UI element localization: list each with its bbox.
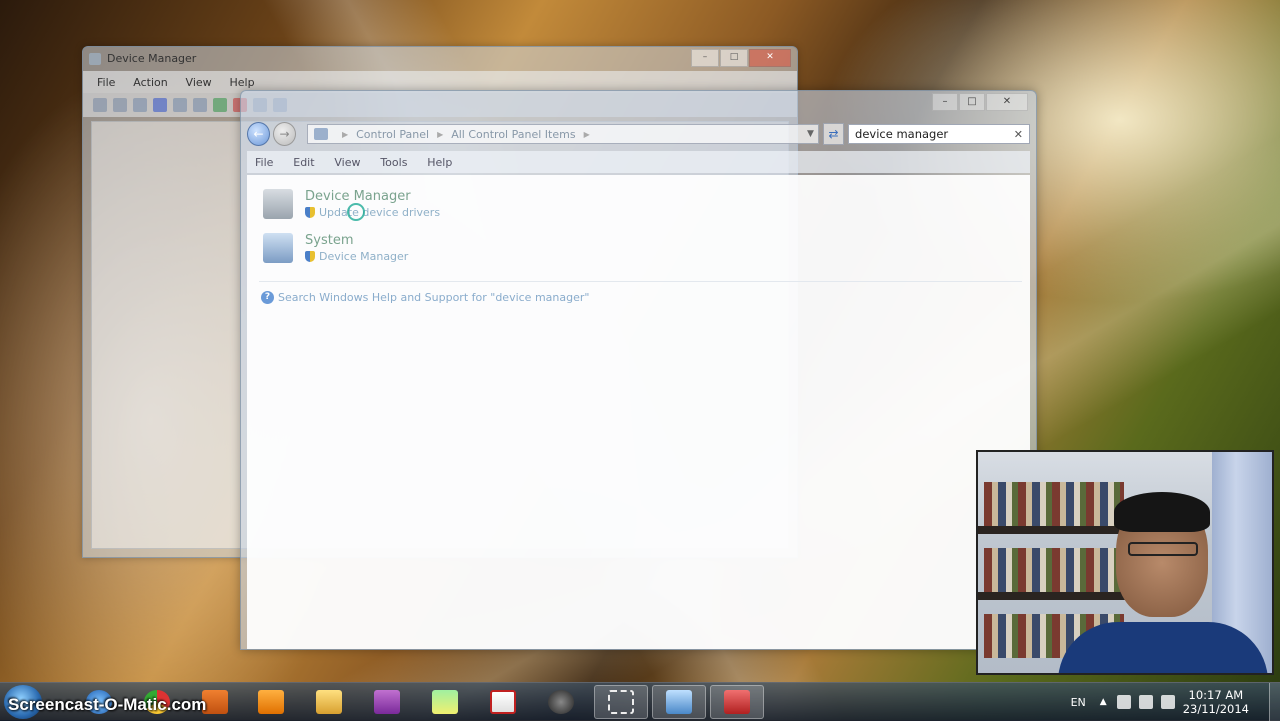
cursor-highlight-icon bbox=[347, 203, 365, 221]
search-box[interactable]: ✕ bbox=[848, 124, 1030, 144]
menu-view[interactable]: View bbox=[334, 156, 360, 169]
taskbar-control-panel[interactable] bbox=[652, 685, 706, 719]
outlook-icon bbox=[258, 690, 284, 714]
control-panel-menubar: File Edit View Tools Help bbox=[247, 151, 1030, 173]
minimize-button[interactable]: – bbox=[932, 93, 958, 111]
uac-shield-icon bbox=[305, 207, 315, 218]
taskbar-explorer[interactable] bbox=[302, 685, 356, 719]
bookshelf-image bbox=[984, 548, 1124, 592]
menu-tools[interactable]: Tools bbox=[380, 156, 407, 169]
menu-help[interactable]: Help bbox=[427, 156, 452, 169]
language-indicator[interactable]: EN bbox=[1071, 696, 1086, 709]
person-hair-image bbox=[1114, 492, 1210, 532]
person-body-image bbox=[1058, 622, 1268, 673]
navigation-bar: ← → ▶ Control Panel ▶ All Control Panel … bbox=[247, 121, 1030, 147]
taskbar-acrobat[interactable] bbox=[476, 685, 530, 719]
help-search-link[interactable]: ? Search Windows Help and Support for "d… bbox=[261, 291, 589, 304]
refresh-button[interactable]: ⇄ bbox=[822, 123, 845, 145]
result-system[interactable]: System Device Manager bbox=[263, 233, 408, 263]
show-desktop-button[interactable] bbox=[1269, 683, 1280, 721]
help-link-text[interactable]: Search Windows Help and Support for "dev… bbox=[278, 291, 589, 304]
update-driver-icon[interactable] bbox=[213, 98, 227, 112]
shelf-image bbox=[978, 526, 1128, 534]
maximize-button[interactable]: □ bbox=[720, 49, 748, 67]
device-manager-title: Device Manager bbox=[107, 52, 197, 65]
device-manager-icon bbox=[263, 189, 293, 219]
snipping-tool-icon bbox=[608, 690, 634, 714]
maximize-button[interactable]: □ bbox=[959, 93, 985, 111]
device-manager-titlebar[interactable]: Device Manager – □ ✕ bbox=[83, 47, 797, 71]
breadcrumb-separator-icon: ▶ bbox=[437, 129, 444, 139]
result-title[interactable]: System bbox=[305, 233, 408, 248]
system-icon bbox=[263, 233, 293, 263]
taskbar-onenote[interactable] bbox=[360, 685, 414, 719]
clock-date: 23/11/2014 bbox=[1182, 702, 1249, 716]
control-panel-window[interactable]: – □ ✕ ← → ▶ Control Panel ▶ All Control … bbox=[240, 90, 1037, 650]
breadcrumb-all-items[interactable]: All Control Panel Items bbox=[451, 128, 575, 141]
system-tray: EN ▲ 10:17 AM 23/11/2014 bbox=[1071, 683, 1280, 721]
breadcrumb-separator-icon: ▶ bbox=[583, 129, 590, 139]
result-subtitle[interactable]: Update device drivers bbox=[319, 206, 440, 219]
menu-edit[interactable]: Edit bbox=[293, 156, 314, 169]
acrobat-icon bbox=[490, 690, 516, 714]
view-icon[interactable] bbox=[173, 98, 187, 112]
folder-icon bbox=[316, 690, 342, 714]
clear-search-icon[interactable]: ✕ bbox=[1014, 128, 1023, 141]
help-question-icon: ? bbox=[261, 291, 274, 304]
menu-file[interactable]: File bbox=[255, 156, 273, 169]
menu-action[interactable]: Action bbox=[133, 76, 167, 89]
clock-time: 10:17 AM bbox=[1188, 688, 1244, 702]
clock[interactable]: 10:17 AM 23/11/2014 bbox=[1183, 688, 1249, 716]
result-subtitle[interactable]: Device Manager bbox=[319, 250, 408, 263]
result-title[interactable]: Device Manager bbox=[305, 189, 440, 204]
taskbar-snipping[interactable] bbox=[594, 685, 648, 719]
screencast-watermark: Screencast-O-Matic.com bbox=[8, 695, 207, 714]
control-panel-icon bbox=[313, 128, 328, 140]
usb-icon[interactable] bbox=[1116, 695, 1131, 709]
glasses-image bbox=[1128, 542, 1198, 556]
back-button[interactable]: ← bbox=[247, 122, 270, 146]
volume-icon[interactable] bbox=[1160, 695, 1175, 709]
network-signal-icon[interactable] bbox=[1138, 695, 1153, 709]
webcam-overlay bbox=[976, 450, 1274, 675]
control-panel-icon bbox=[666, 690, 692, 714]
breadcrumb-separator-icon: ▶ bbox=[341, 129, 349, 139]
result-device-manager[interactable]: Device Manager Update device drivers bbox=[263, 189, 440, 221]
taskbar-stickynotes[interactable] bbox=[418, 685, 472, 719]
taskbar-device-manager[interactable] bbox=[710, 685, 764, 719]
forward-arrow-icon[interactable] bbox=[113, 98, 127, 112]
help-icon[interactable] bbox=[153, 98, 167, 112]
close-button[interactable]: ✕ bbox=[749, 49, 791, 67]
taskbar-outlook[interactable] bbox=[244, 685, 298, 719]
show-hidden-icons-icon[interactable]: ▲ bbox=[1100, 697, 1107, 707]
sticky-notes-icon bbox=[432, 690, 458, 714]
bookshelf-image bbox=[984, 482, 1124, 526]
search-input[interactable] bbox=[855, 127, 1010, 141]
uac-shield-icon bbox=[305, 251, 315, 262]
back-arrow-icon[interactable] bbox=[93, 98, 107, 112]
close-button[interactable]: ✕ bbox=[986, 93, 1028, 111]
onenote-icon bbox=[374, 690, 400, 714]
properties-icon[interactable] bbox=[133, 98, 147, 112]
menu-help[interactable]: Help bbox=[229, 76, 254, 89]
shelf-image bbox=[978, 592, 1128, 600]
chevron-down-icon[interactable]: ▼ bbox=[807, 129, 814, 139]
minimize-button[interactable]: – bbox=[691, 49, 719, 67]
toolbox-icon bbox=[724, 690, 750, 714]
computer-icon[interactable] bbox=[193, 98, 207, 112]
forward-button[interactable]: → bbox=[272, 122, 296, 146]
screencast-icon bbox=[548, 690, 574, 714]
breadcrumb-control-panel[interactable]: Control Panel bbox=[356, 128, 429, 141]
menu-file[interactable]: File bbox=[97, 76, 115, 89]
search-results-pane: Device Manager Update device drivers Sys… bbox=[247, 175, 1030, 649]
device-manager-icon bbox=[89, 53, 101, 65]
menu-view[interactable]: View bbox=[186, 76, 212, 89]
address-bar[interactable]: ▶ Control Panel ▶ All Control Panel Item… bbox=[306, 124, 819, 144]
taskbar-screencast[interactable] bbox=[534, 685, 588, 719]
divider bbox=[259, 281, 1022, 282]
